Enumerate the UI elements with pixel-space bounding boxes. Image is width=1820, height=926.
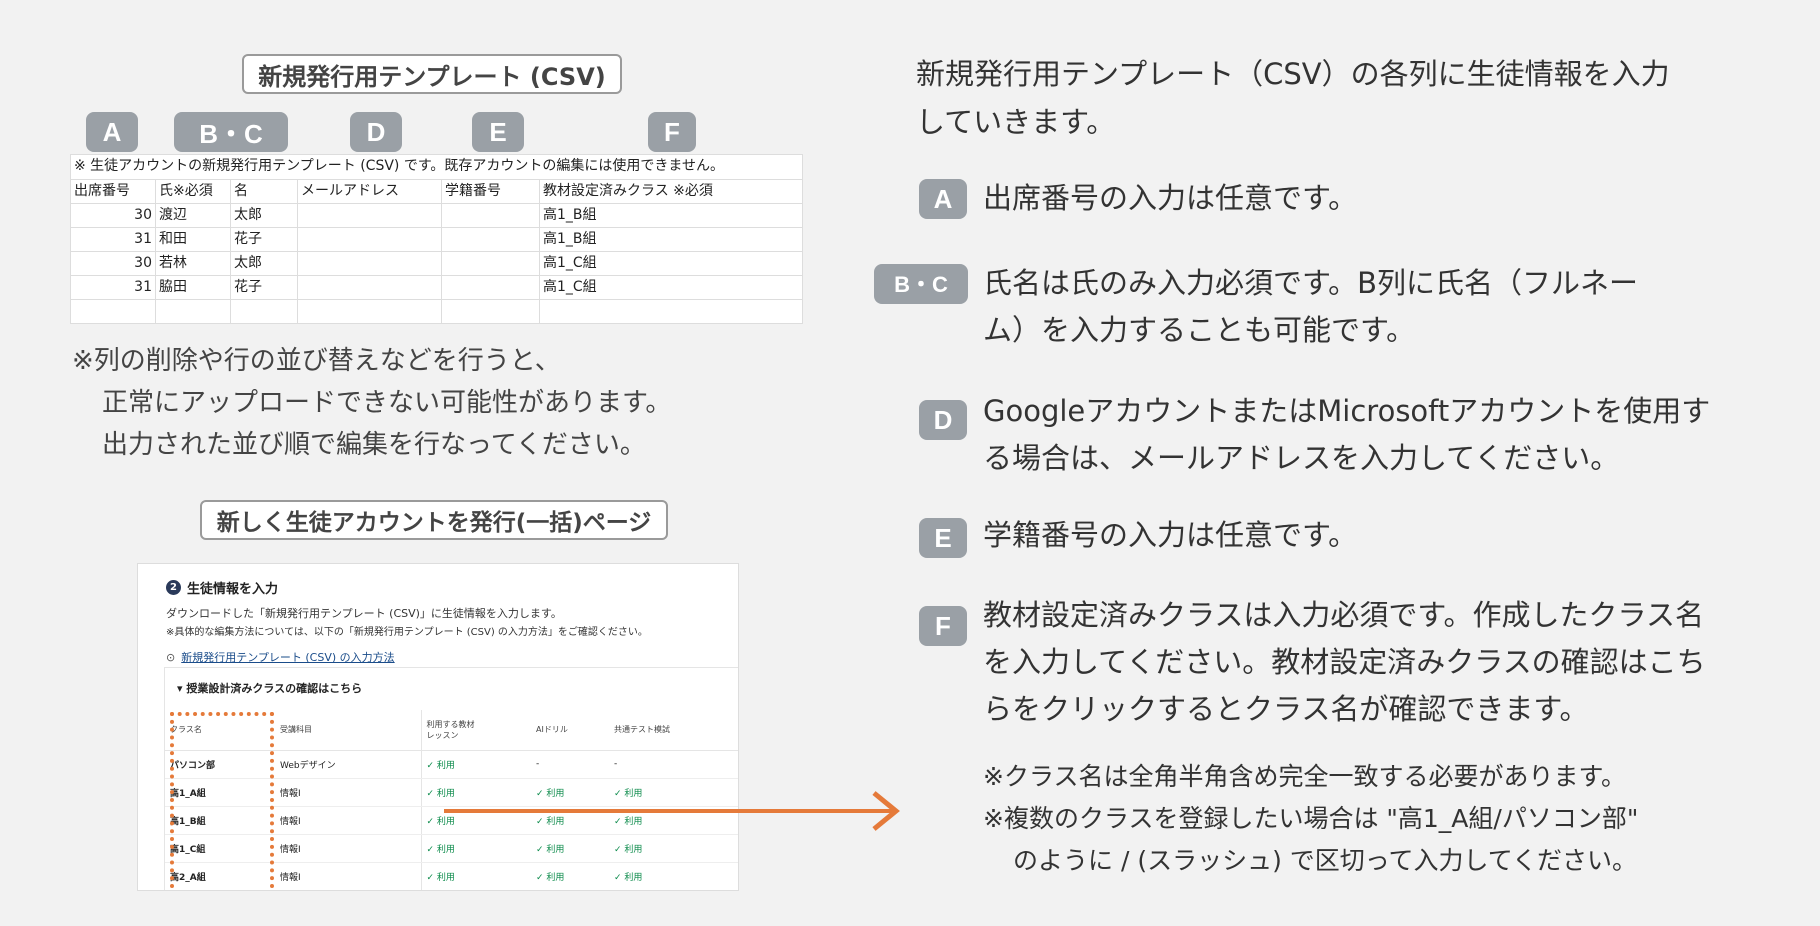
table-header: 受講科目: [275, 710, 421, 751]
csv-row: 30 渡辺 太郎 高1_B組: [71, 203, 802, 227]
csv-cell: 31: [134, 279, 152, 295]
column-badge-e: E: [472, 112, 524, 152]
csv-howto-link-text[interactable]: 新規発行用テンプレート (CSV) の入力方法: [181, 649, 394, 665]
csv-header: 出席番号: [74, 183, 130, 199]
template-title: 新規発行用テンプレート (CSV): [242, 54, 622, 94]
csv-note-row: ※ 生徒アカウントの新規発行用テンプレート (CSV) です。既存アカウントの編…: [71, 155, 802, 179]
caret-down-icon: ▾: [177, 682, 187, 695]
csv-cell: 渡辺: [155, 204, 230, 227]
column-badge-f: F: [648, 112, 696, 152]
step-number-badge: 2: [166, 580, 181, 595]
csv-cell: 高1_C組: [539, 276, 802, 299]
column-badge-bc: B・C: [174, 112, 288, 152]
intro-text: 新規発行用テンプレート（CSV）の各列に生徒情報を入力 していきます。: [916, 57, 1670, 139]
csv-header: 氏※必須: [155, 180, 230, 203]
page-title: 新しく生徒アカウントを発行(一括)ページ: [200, 500, 668, 540]
template-title-text: 新規発行用テンプレート (CSV): [258, 62, 606, 91]
column-badge-a: A: [86, 112, 138, 152]
csv-cell: 花子: [230, 228, 297, 251]
warning-line: 正常にアップロードできない可能性があります。: [102, 388, 672, 418]
class-name-notes: ※クラス名は全角半角含め完全一致する必要があります。 ※複数のクラスを登録したい…: [983, 762, 1639, 875]
warning-text: ※列の削除や行の並び替えなどを行うと、 正常にアップロードできない可能性がありま…: [72, 340, 671, 466]
csv-row: [71, 299, 802, 323]
csv-cell: 太郎: [230, 204, 297, 227]
warning-line: 出力された並び順で編集を行なってください。: [102, 430, 646, 460]
item-badge-f: F: [919, 606, 967, 646]
csv-cell: 和田: [155, 228, 230, 251]
item-badge-e: E: [919, 518, 967, 558]
csv-cell: [539, 300, 802, 323]
table-header: 利用する教材 レッスン: [420, 710, 531, 751]
csv-cell: [297, 252, 441, 275]
help-circle-icon: ⊙: [166, 650, 176, 664]
class-confirm-toggle[interactable]: ▾ 授業設計済みクラスの確認はこちら: [177, 680, 362, 696]
csv-cell: [441, 300, 539, 323]
csv-cell: 高1_C組: [539, 252, 802, 275]
csv-cell: 脇田: [155, 276, 230, 299]
csv-cell: [71, 300, 155, 323]
item-badge-d: D: [919, 400, 967, 440]
csv-header: メールアドレス: [297, 180, 441, 203]
csv-cell: [297, 204, 441, 227]
csv-note: ※ 生徒アカウントの新規発行用テンプレート (CSV) です。既存アカウントの編…: [74, 158, 725, 174]
csv-row: 31 和田 花子 高1_B組: [71, 227, 802, 251]
arrow-right-icon: [444, 791, 900, 831]
csv-template-sheet: ※ 生徒アカウントの新規発行用テンプレート (CSV) です。既存アカウントの編…: [70, 154, 803, 324]
warning-line: ※列の削除や行の並び替えなどを行うと、: [72, 346, 561, 376]
csv-cell: [441, 252, 539, 275]
step-description: ダウンロードした「新規発行用テンプレート (CSV)」に生徒情報を入力します。: [166, 607, 562, 620]
csv-cell: 高1_B組: [539, 228, 802, 251]
page-title-text: 新しく生徒アカウントを発行(一括)ページ: [216, 510, 652, 536]
csv-cell: 高1_B組: [539, 204, 802, 227]
csv-cell: 31: [134, 231, 152, 247]
panel-title: 授業設計済みクラスの確認はこちら: [186, 682, 363, 695]
csv-header: 教材設定済みクラス ※必須: [539, 180, 802, 203]
step-title: 生徒情報を入力: [187, 582, 279, 597]
csv-header-row: 出席番号 氏※必須 名 メールアドレス 学籍番号 教材設定済みクラス ※必須: [71, 179, 802, 203]
csv-cell: [297, 300, 441, 323]
issue-page-screenshot: 2 生徒情報を入力 ダウンロードした「新規発行用テンプレート (CSV)」に生徒…: [137, 563, 739, 891]
csv-row: 30 若林 太郎 高1_C組: [71, 251, 802, 275]
csv-header: 名: [230, 180, 297, 203]
csv-cell: 若林: [155, 252, 230, 275]
column-badge-d: D: [350, 112, 402, 152]
csv-cell: 30: [134, 255, 152, 271]
csv-header: 学籍番号: [441, 180, 539, 203]
csv-cell: [155, 300, 230, 323]
step-heading: 2 生徒情報を入力: [166, 578, 278, 597]
csv-cell: [441, 228, 539, 251]
csv-cell: [441, 276, 539, 299]
csv-row: 31 脇田 花子 高1_C組: [71, 275, 802, 299]
class-name-highlight: [170, 712, 274, 890]
item-badge-bc: B・C: [874, 264, 968, 304]
csv-cell: [297, 276, 441, 299]
csv-cell: [297, 228, 441, 251]
csv-cell: [230, 300, 297, 323]
csv-cell: 太郎: [230, 252, 297, 275]
step-note: ※具体的な編集方法については、以下の「新規発行用テンプレート (CSV) の入力…: [166, 627, 648, 638]
table-header: AIドリル: [531, 710, 609, 751]
csv-cell: [441, 204, 539, 227]
csv-cell: 花子: [230, 276, 297, 299]
csv-howto-link[interactable]: ⊙ 新規発行用テンプレート (CSV) の入力方法: [166, 649, 395, 665]
table-header: 共通テスト模試: [609, 710, 738, 751]
item-badge-a: A: [919, 179, 967, 219]
csv-cell: 30: [134, 207, 152, 223]
